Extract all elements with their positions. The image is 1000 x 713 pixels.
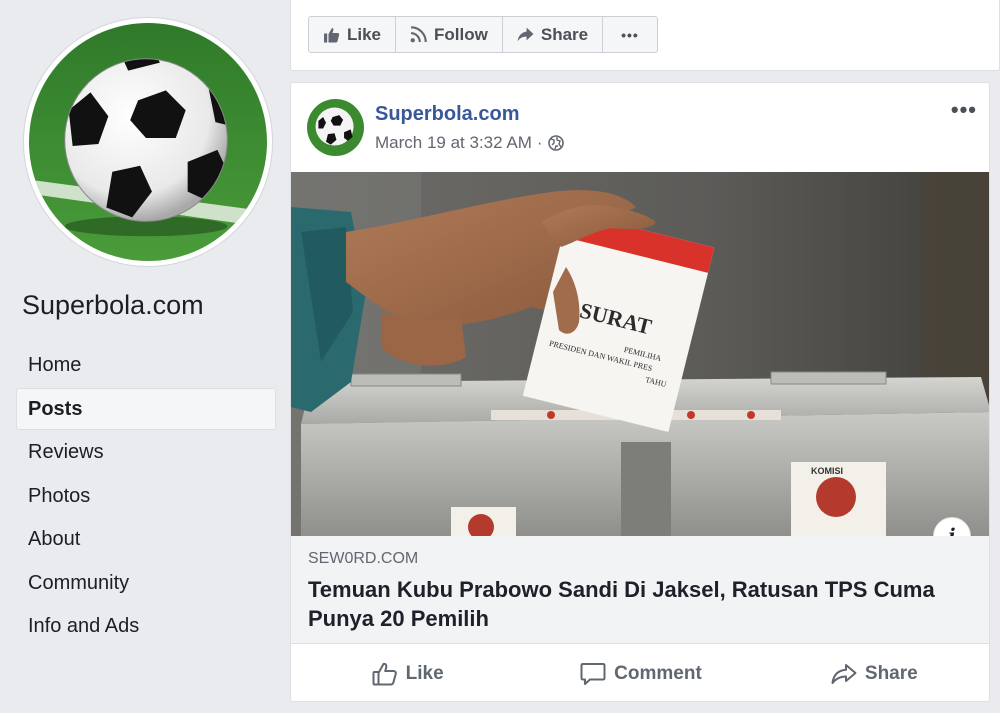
post-meta: March 19 at 3:32 AM · [375,133,564,153]
like-post-label: Like [405,663,444,684]
thumbs-up-icon [324,27,340,42]
page-name[interactable]: Superbola.com [22,290,204,321]
nav-item-photos[interactable]: Photos [16,475,276,517]
nav-item-info-and-ads[interactable]: Info and Ads [16,605,276,647]
like-post-button[interactable]: Like [291,645,524,701]
rss-follow-icon [410,26,427,43]
soccer-ball-image [29,23,267,261]
link-title[interactable]: Temuan Kubu Prabowo Sandi Di Jaksel, Rat… [308,575,968,633]
left-sidebar: Superbola.com Home Posts Reviews Photos … [0,0,290,713]
nav-item-about[interactable]: About [16,518,276,560]
comment-button[interactable]: Comment [524,645,757,701]
post-author-avatar[interactable] [307,99,364,156]
comment-bubble-icon [580,663,606,685]
share-page-label: Share [540,24,589,44]
post-link-image[interactable]: KOMISI SURAT PEMILIHA PRESIDEN DAN WAKIL… [291,172,989,536]
link-domain: SEW0RD.COM [308,550,419,567]
post-timestamp[interactable]: March 19 at 3:32 AM [375,133,532,153]
follow-button[interactable]: Follow [396,17,503,52]
profile-picture[interactable] [24,18,272,266]
page-action-buttons: Like Follow Share ••• [308,16,658,53]
comment-label: Comment [614,663,702,684]
thumbs-up-outline-icon [372,662,397,686]
more-options-button[interactable]: ••• [603,17,657,52]
soccer-ball-avatar [307,99,364,156]
share-arrow-icon [517,27,534,42]
meta-separator: · [536,133,543,152]
nav-item-home[interactable]: Home [16,344,276,386]
page-action-bar: Like Follow Share ••• [290,0,1000,71]
share-post-label: Share [864,663,918,684]
post-actions: Like Comment Share [291,645,989,701]
nav-item-posts[interactable]: Posts [16,387,276,430]
ballot-box-photo: KOMISI SURAT PEMILIHA PRESIDEN DAN WAKIL… [291,172,989,536]
follow-label: Follow [434,24,488,44]
share-page-button[interactable]: Share [503,17,604,52]
nav-item-reviews[interactable]: Reviews [16,431,276,473]
share-outline-icon [831,664,857,684]
box-sticker-label: KOMISI [811,466,843,476]
like-page-label: Like [347,24,382,44]
like-page-button[interactable]: Like [309,17,397,52]
globe-public-icon[interactable] [547,135,564,151]
share-post-button[interactable]: Share [758,645,989,701]
post-card: Superbola.com March 19 at 3:32 AM · ••• [290,82,990,702]
post-options-button[interactable]: ••• [951,97,977,123]
page-nav: Home Posts Reviews Photos About Communit… [16,344,276,649]
nav-item-community[interactable]: Community [16,562,276,604]
more-dots-icon: ••• [621,26,639,43]
post-author-name[interactable]: Superbola.com [375,103,519,126]
link-preview[interactable]: SEW0RD.COM Temuan Kubu Prabowo Sandi Di … [291,536,989,644]
